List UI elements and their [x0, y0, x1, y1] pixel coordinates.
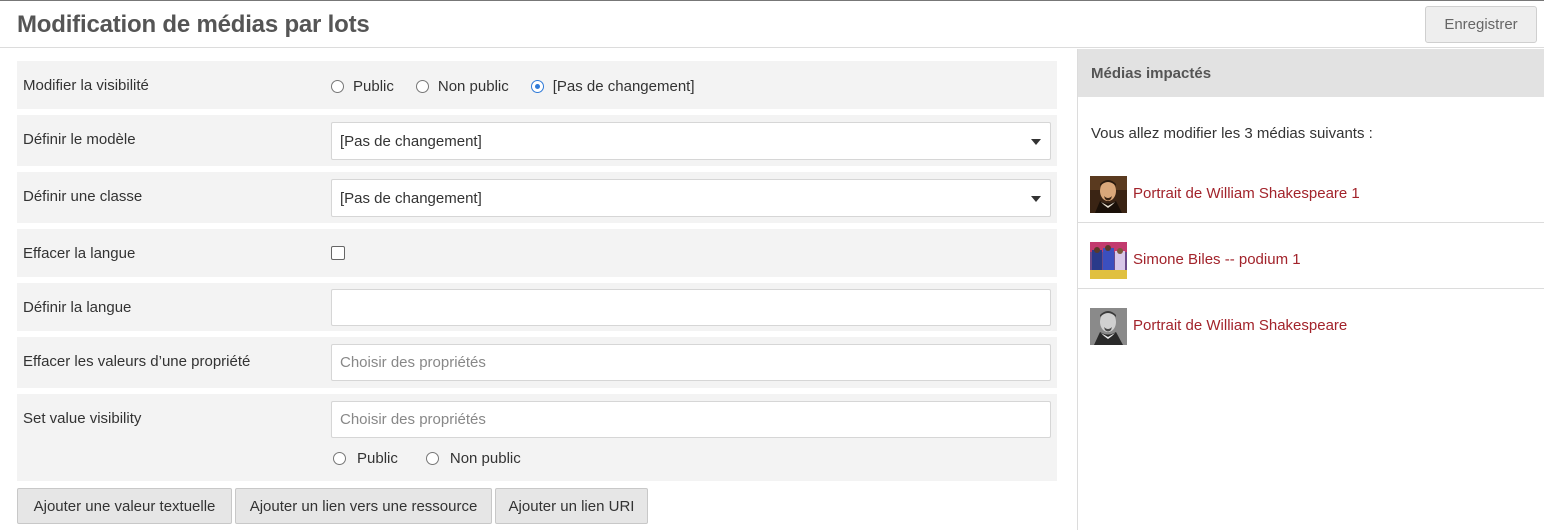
add-uri-link-button[interactable]: Ajouter un lien URI	[495, 488, 648, 524]
template-select[interactable]: [Pas de changement]	[331, 122, 1051, 160]
class-row: Définir une classe [Pas de changement]	[17, 172, 1057, 223]
page-header: Modification de médias par lots Enregist…	[0, 1, 1544, 48]
clear-language-label: Effacer la langue	[23, 245, 136, 262]
impacted-media-sidebar: Médias impactés Vous allez modifier les …	[1077, 49, 1544, 530]
media-list-item: Portrait de William Shakespeare 1	[1078, 157, 1544, 223]
value-visibility-public-radio[interactable]	[333, 452, 346, 465]
sidebar-intro-text: Vous allez modifier les 3 médias suivant…	[1091, 125, 1373, 142]
clear-property-values-row: Effacer les valeurs d’une propriété	[17, 337, 1057, 388]
class-select[interactable]: [Pas de changement]	[331, 179, 1051, 217]
visibility-non-public-label: Non public	[437, 78, 509, 95]
value-visibility-non-public-option[interactable]: Non public	[425, 450, 521, 467]
clear-language-checkbox[interactable]	[331, 246, 345, 260]
set-value-visibility-radio-group: Public Non public	[333, 450, 1053, 467]
visibility-no-change-radio[interactable]	[530, 80, 544, 93]
clear-property-values-label: Effacer les valeurs d’une propriété	[23, 353, 251, 370]
visibility-no-change-label: [Pas de changement]	[552, 78, 695, 95]
set-value-visibility-row: Set value visibility Public Non public	[17, 394, 1057, 481]
visibility-radio-group: Public Non public [Pas de changement]	[331, 78, 1051, 95]
shakespeare-bw-icon	[1090, 308, 1127, 345]
shakespeare-color-icon	[1090, 176, 1127, 213]
visibility-no-change-option[interactable]: [Pas de changement]	[530, 78, 695, 95]
template-label: Définir le modèle	[23, 131, 136, 148]
media-link[interactable]: Portrait de William Shakespeare 1	[1133, 185, 1360, 202]
media-link[interactable]: Simone Biles -- podium 1	[1133, 251, 1301, 268]
visibility-public-radio[interactable]	[331, 80, 344, 93]
class-select-value: [Pas de changement]	[340, 190, 482, 207]
media-list-item: Portrait de William Shakespeare	[1078, 289, 1544, 355]
set-language-row: Définir la langue	[17, 283, 1057, 331]
save-button[interactable]: Enregistrer	[1425, 6, 1537, 43]
set-value-visibility-label: Set value visibility	[23, 410, 142, 427]
clear-language-row: Effacer la langue	[17, 229, 1057, 277]
chevron-down-icon	[1031, 196, 1041, 202]
visibility-public-option[interactable]: Public	[331, 78, 394, 95]
visibility-label: Modifier la visibilité	[23, 77, 149, 94]
visibility-row: Modifier la visibilité Public Non public…	[17, 61, 1057, 109]
visibility-non-public-option[interactable]: Non public	[415, 78, 509, 95]
set-language-input[interactable]	[331, 289, 1051, 326]
media-list-item: Simone Biles -- podium 1	[1078, 223, 1544, 289]
class-label: Définir une classe	[23, 188, 143, 205]
add-resource-link-button[interactable]: Ajouter un lien vers une ressource	[235, 488, 492, 524]
visibility-non-public-radio[interactable]	[415, 80, 429, 93]
clear-language-field	[331, 246, 1051, 260]
add-text-value-button[interactable]: Ajouter une valeur textuelle	[17, 488, 232, 524]
clear-property-values-input[interactable]	[331, 344, 1051, 381]
template-row: Définir le modèle [Pas de changement]	[17, 115, 1057, 166]
sidebar-title: Médias impactés	[1091, 65, 1212, 82]
value-visibility-public-label: Public	[357, 450, 398, 467]
set-language-label: Définir la langue	[23, 299, 132, 316]
template-select-value: [Pas de changement]	[340, 133, 482, 150]
chevron-down-icon	[1031, 139, 1041, 145]
value-visibility-public-option[interactable]: Public	[333, 450, 398, 467]
set-value-visibility-input[interactable]	[331, 401, 1051, 438]
batch-edit-form: Modifier la visibilité Public Non public…	[0, 49, 1077, 530]
page-title: Modification de médias par lots	[17, 11, 370, 38]
media-link[interactable]: Portrait de William Shakespeare	[1133, 317, 1347, 334]
visibility-public-label: Public	[353, 78, 394, 95]
sidebar-header: Médias impactés	[1078, 49, 1544, 97]
value-visibility-non-public-label: Non public	[449, 450, 521, 467]
podium-photo-icon	[1090, 242, 1127, 279]
value-visibility-non-public-radio[interactable]	[425, 452, 439, 465]
